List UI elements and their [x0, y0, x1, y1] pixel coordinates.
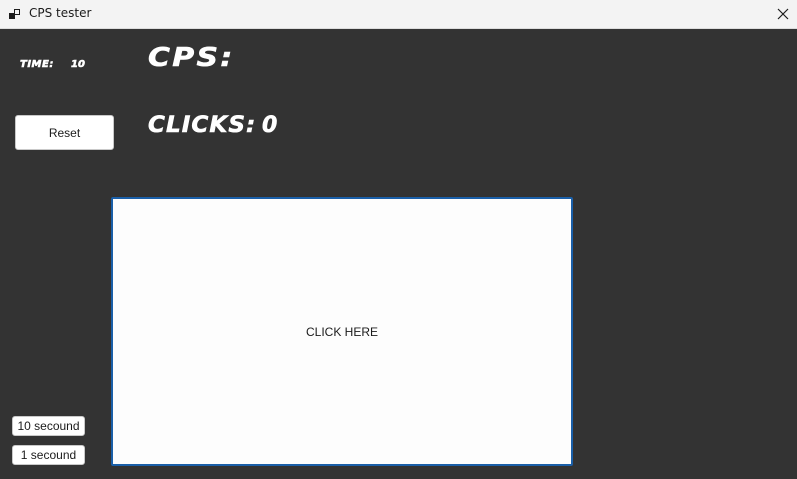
one-second-button[interactable]: 1 secound [12, 445, 85, 465]
close-icon [777, 8, 789, 20]
main-panel: TIME: 10 CPS: CLICKS: 0 Reset CLICK HERE… [0, 29, 797, 479]
app-window-icon [9, 9, 20, 19]
ten-second-button[interactable]: 10 secound [12, 416, 85, 436]
click-area-label: CLICK HERE [305, 324, 379, 339]
time-label: TIME: [20, 59, 54, 71]
time-value: 10 [71, 59, 86, 71]
clicks-value: 0 [262, 113, 278, 139]
title-bar: CPS tester [0, 0, 797, 29]
click-area[interactable]: CLICK HERE [111, 197, 573, 466]
clicks-label: CLICKS: [148, 113, 257, 139]
close-button[interactable] [769, 0, 797, 28]
reset-button[interactable]: Reset [15, 115, 114, 150]
cps-label: CPS: [148, 43, 235, 74]
window-title: CPS tester [29, 6, 92, 20]
